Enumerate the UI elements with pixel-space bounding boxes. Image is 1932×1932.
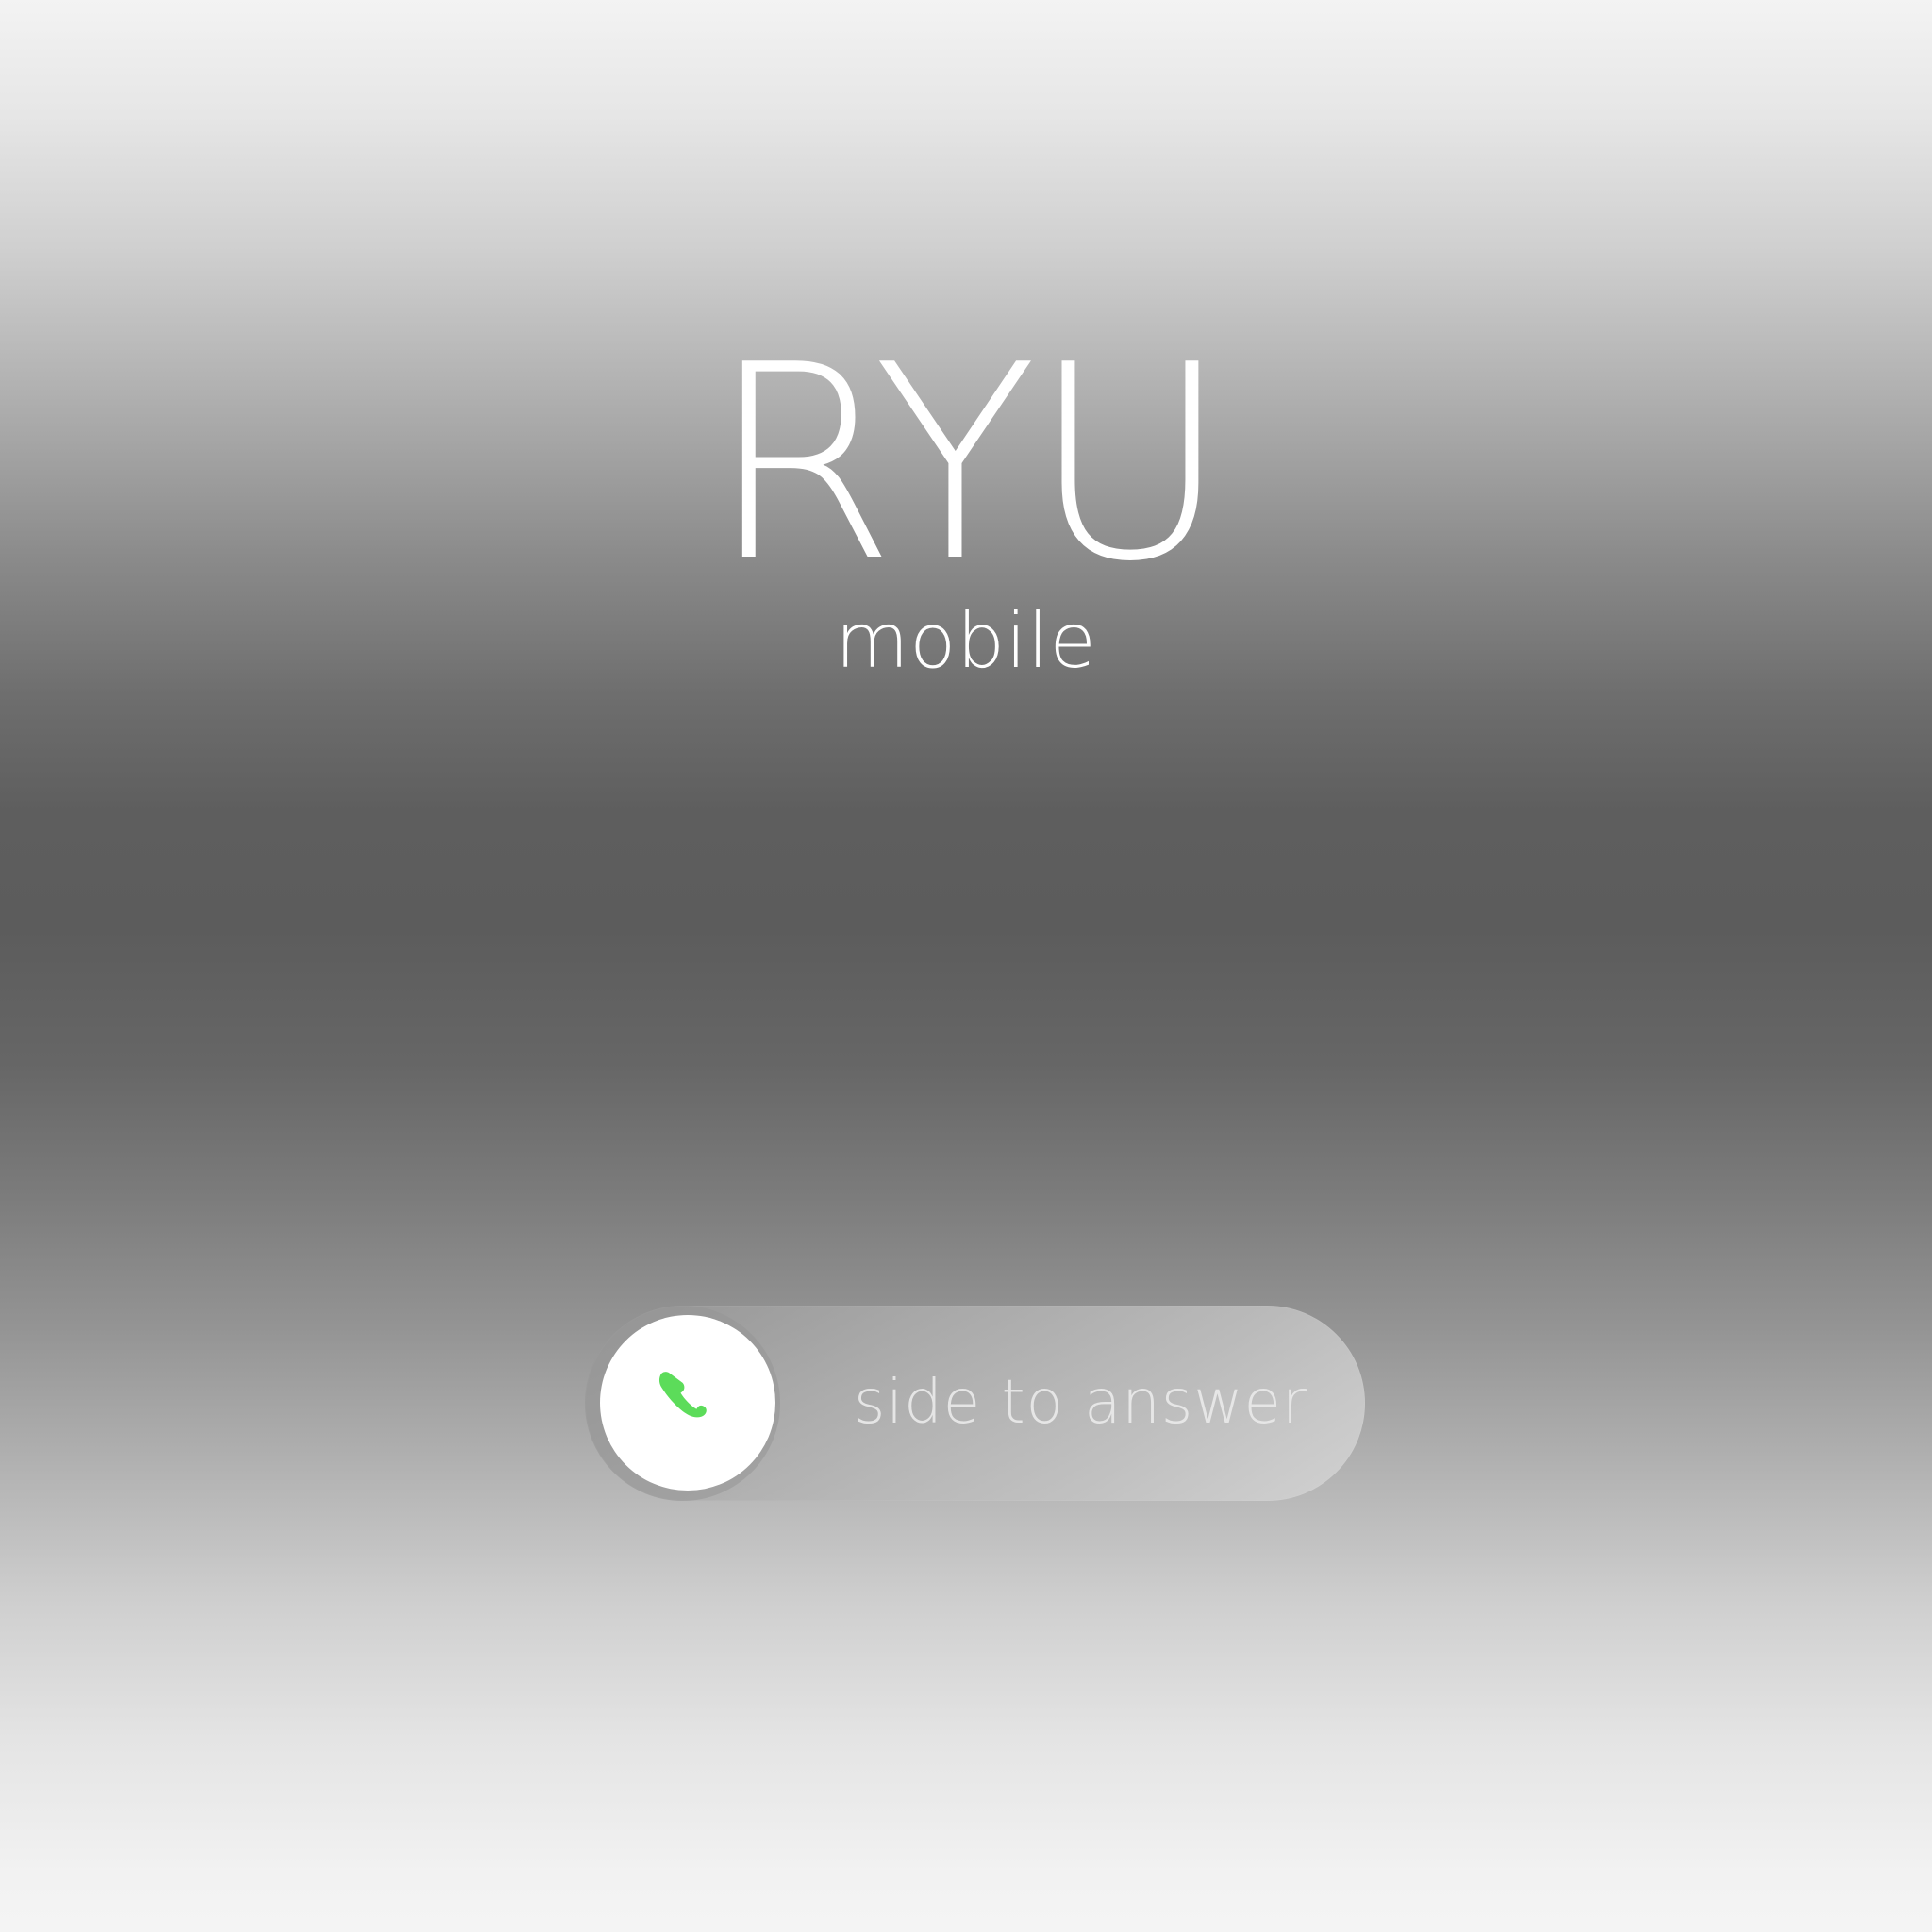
answer-slider-label: side to answer xyxy=(854,1368,1308,1438)
brand-subtitle: mobile xyxy=(835,597,1097,685)
brand-title: RYU xyxy=(708,308,1229,621)
answer-slider-knob[interactable] xyxy=(600,1315,775,1491)
phone-icon xyxy=(658,1372,707,1418)
